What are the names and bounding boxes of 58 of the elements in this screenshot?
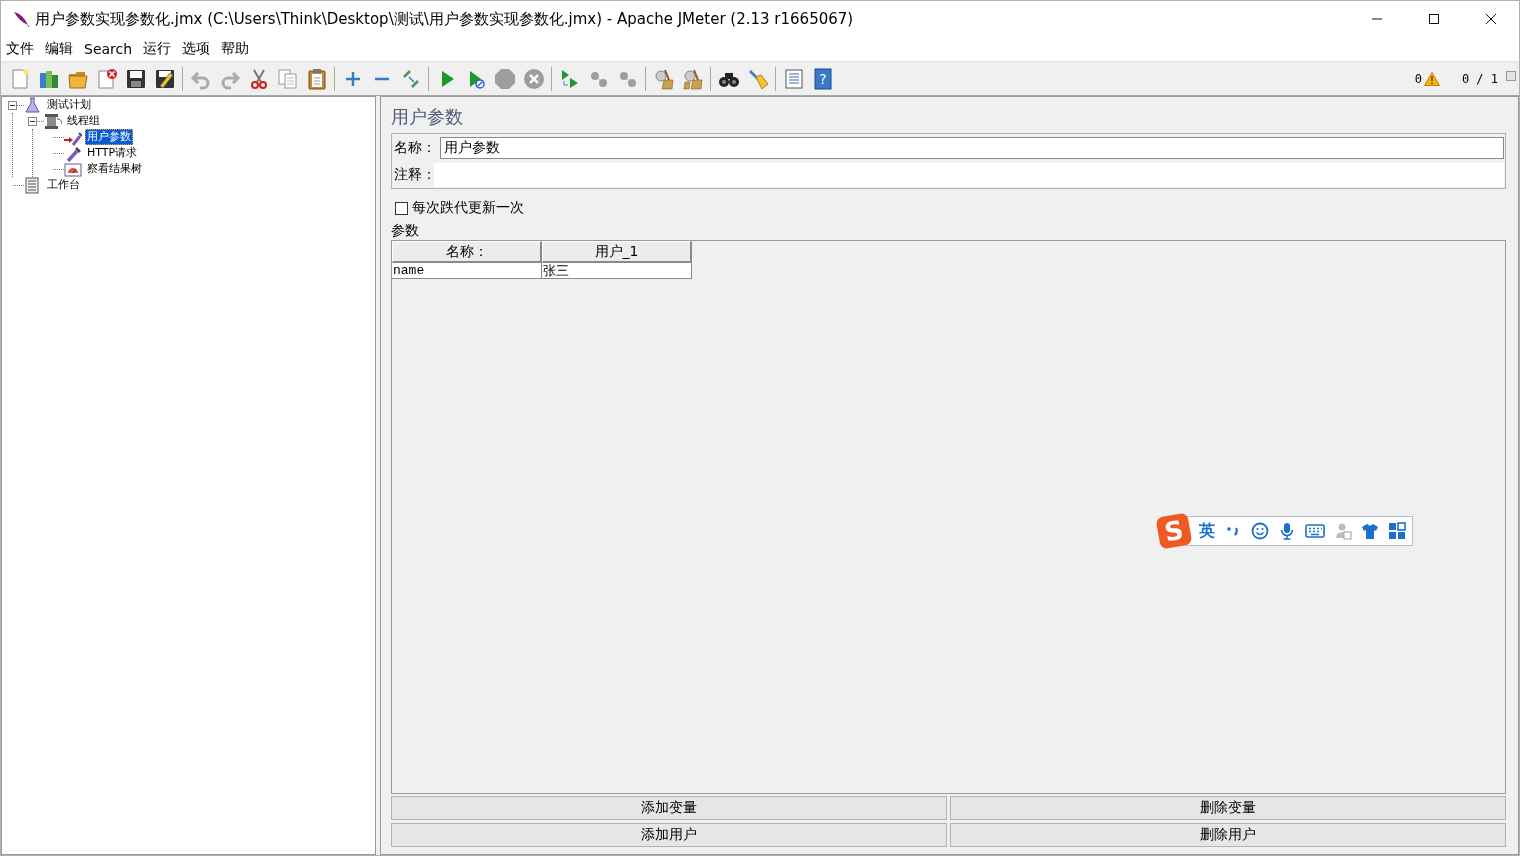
broom-icon[interactable] <box>746 67 769 90</box>
warning-count: 0 <box>1414 71 1422 86</box>
input-mode-toggle[interactable]: 英 <box>1199 520 1215 542</box>
keyboard-icon[interactable] <box>1305 524 1325 538</box>
spool-icon <box>44 112 62 130</box>
tree-item[interactable]: 工作台 <box>45 177 82 193</box>
save-icon[interactable] <box>124 67 147 90</box>
tree-item[interactable]: HTTP请求 <box>85 145 140 161</box>
run-indicator-icon <box>1506 71 1516 81</box>
menu-item[interactable]: Search <box>83 41 134 57</box>
minus-box-icon[interactable] <box>28 116 37 126</box>
minus-box-icon[interactable] <box>8 100 17 110</box>
tree-item[interactable]: 用户参数 <box>85 129 133 145</box>
field-label: 名称： <box>394 139 437 157</box>
menu-item[interactable]: 选项 <box>181 40 212 58</box>
tshirt-icon[interactable] <box>1361 522 1379 540</box>
action-button[interactable]: 添加用户 <box>391 823 947 847</box>
column-header[interactable]: 名称： <box>392 241 542 263</box>
menu-item[interactable]: 文件 <box>5 40 35 58</box>
page-x-icon[interactable] <box>95 67 118 90</box>
flask-icon <box>24 96 42 114</box>
column-header[interactable]: 用户_1 <box>542 241 692 263</box>
warning-icon[interactable] <box>1423 71 1440 86</box>
panel-title: 用户参数 <box>391 105 464 129</box>
table-cell: 张三 <box>542 263 692 279</box>
action-button[interactable]: 删除变量 <box>950 796 1506 820</box>
close-icon[interactable] <box>1485 14 1496 24</box>
help-icon[interactable]: ? <box>811 67 834 90</box>
window-title: 用户参数实现参数化.jmx (C:\Users\Think\Desktop\测试\用户参数实现参数化.jmx) - Apache JMeter (2.13 r1665067) <box>35 9 854 29</box>
microphone-icon[interactable] <box>1278 522 1296 540</box>
checkbox[interactable] <box>395 201 408 215</box>
field-label: 注释： <box>394 166 437 184</box>
brooms-gear-icon[interactable] <box>681 67 704 90</box>
section-label: 参数 <box>391 221 420 240</box>
smiley-icon[interactable] <box>1251 522 1269 540</box>
action-button[interactable]: 删除用户 <box>950 823 1506 847</box>
menu-item[interactable]: 帮助 <box>220 40 251 58</box>
checkbox-label[interactable]: 每次跌代更新一次 <box>412 199 524 217</box>
tree-item[interactable]: 线程组 <box>65 113 102 129</box>
table-cell: name <box>392 263 542 279</box>
thread-count: 0 / 1 <box>1461 71 1498 86</box>
action-button[interactable]: 添加变量 <box>391 796 947 820</box>
feather-icon <box>13 11 29 27</box>
clipboard-icon[interactable] <box>305 67 328 90</box>
maximize-icon[interactable] <box>1428 14 1439 24</box>
tree-item[interactable]: 测试计划 <box>45 97 93 113</box>
disk-pencil-icon[interactable] <box>153 67 176 90</box>
name-field[interactable]: 用户参数 <box>440 137 1504 159</box>
pipette-icon <box>64 144 82 162</box>
menu-item[interactable]: 编辑 <box>44 40 74 58</box>
tree-item[interactable]: 察看结果树 <box>85 161 144 177</box>
monitor-icon <box>64 160 82 178</box>
list-icon[interactable] <box>782 67 805 90</box>
broom-gear-icon[interactable] <box>652 67 675 90</box>
notepad-icon <box>24 176 42 194</box>
comment-field[interactable] <box>434 163 1504 187</box>
grid-icon[interactable] <box>1388 522 1406 540</box>
menu-item[interactable]: 运行 <box>142 40 173 58</box>
